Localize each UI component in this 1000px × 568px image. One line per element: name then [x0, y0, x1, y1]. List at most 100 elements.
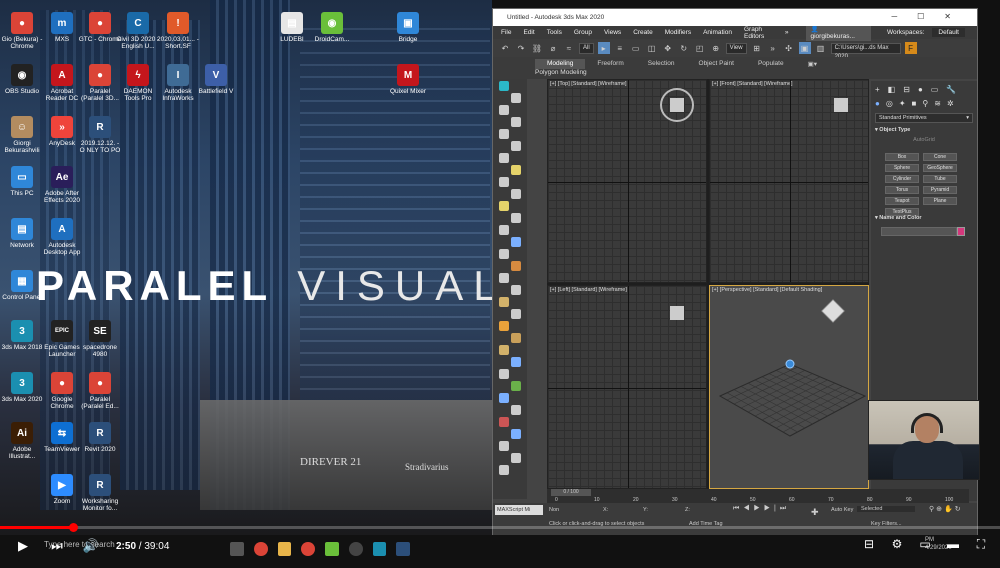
- maximize-icon[interactable]: ☐: [917, 12, 944, 21]
- tab-freeform[interactable]: Freeform: [585, 59, 635, 69]
- window-controls[interactable]: ─☐✕: [891, 12, 971, 21]
- object-color-swatch[interactable]: [957, 227, 965, 236]
- spacewarps-icon[interactable]: ≋: [934, 99, 947, 108]
- menu-animation[interactable]: Animation: [703, 29, 732, 36]
- menu-edit[interactable]: Edit: [523, 29, 534, 36]
- menu-graph-editors[interactable]: Graph Editors: [744, 26, 773, 40]
- shapes-icon[interactable]: ◎: [886, 99, 899, 108]
- tab-modeling[interactable]: Modeling: [535, 59, 586, 69]
- scale-icon[interactable]: ◰: [694, 42, 706, 54]
- primitive-button[interactable]: Cylinder: [885, 175, 919, 183]
- scene-explorer-tool-icon[interactable]: [511, 405, 521, 415]
- scene-explorer-tool-icon[interactable]: [499, 201, 509, 211]
- desktop-icon[interactable]: M Quixel Mixer: [386, 64, 430, 95]
- time-slider-handle[interactable]: 0 / 100: [551, 489, 591, 496]
- desktop-icon[interactable]: ▤ Network: [0, 218, 44, 249]
- select-manipulate-icon[interactable]: ▣: [798, 42, 811, 54]
- more-menus-icon[interactable]: »: [785, 29, 789, 36]
- viewport-area[interactable]: [+] [Top] [Standard] [Wireframe] [+] [Fr…: [547, 79, 869, 489]
- maxscript-listener[interactable]: MAXScript Mi: [495, 505, 543, 515]
- primitive-category-select[interactable]: Standard Primitives ▾: [875, 113, 973, 123]
- select-object-icon[interactable]: ▸: [597, 42, 610, 54]
- desktop-icon[interactable]: ◉ DroidCam...: [310, 12, 354, 43]
- desktop-icon[interactable]: R Worksharing Monitor fo...: [78, 474, 122, 512]
- scene-explorer-tool-icon[interactable]: [511, 165, 521, 175]
- scene-explorer-tool-icon[interactable]: [499, 105, 509, 115]
- fullscreen-button[interactable]: ⛶: [972, 535, 990, 553]
- scene-explorer-tool-icon[interactable]: [511, 309, 521, 319]
- redo-icon[interactable]: ↷: [515, 42, 527, 54]
- lights-icon[interactable]: ✦: [899, 99, 912, 108]
- scene-explorer-tool-icon[interactable]: [499, 225, 509, 235]
- primitive-button[interactable]: Sphere: [885, 164, 919, 172]
- primitive-button[interactable]: Torus: [885, 186, 919, 194]
- primitive-button[interactable]: Plane: [923, 197, 957, 205]
- menu-tools[interactable]: Tools: [547, 29, 562, 36]
- scene-explorer-tool-icon[interactable]: [499, 465, 509, 475]
- scene-explorer-tool-icon[interactable]: [511, 93, 521, 103]
- video-frame[interactable]: DIREVER 21 Stradivarius PARALEL VISUAL ● G…: [0, 0, 1000, 568]
- close-icon[interactable]: ✕: [944, 12, 971, 21]
- project-path[interactable]: C:\Users\gi...ds Max 2020: [830, 42, 901, 60]
- desktop-icon[interactable]: ☺ Giorgi Bekurashvili: [0, 116, 44, 154]
- systems-icon[interactable]: ✲: [947, 99, 960, 108]
- undo-icon[interactable]: ↶: [499, 42, 511, 54]
- more-tools-icon[interactable]: »: [767, 42, 779, 54]
- account-menu[interactable]: 👤 giorgibekuras...: [806, 24, 871, 41]
- primitive-button[interactable]: Box: [885, 153, 919, 161]
- pivot-icon[interactable]: ⊞: [751, 42, 763, 54]
- scene-explorer-tool-icon[interactable]: [511, 333, 521, 343]
- primitive-button[interactable]: Tube: [923, 175, 957, 183]
- desktop-icon[interactable]: Ai Adobe Illustrat...: [0, 422, 44, 460]
- scene-explorer-tool-icon[interactable]: [499, 81, 509, 91]
- primitive-button[interactable]: Cone: [923, 153, 957, 161]
- desktop-icon[interactable]: R Revit 2020: [78, 422, 122, 453]
- scene-explorer-tool-icon[interactable]: [499, 441, 509, 451]
- desktop-icon[interactable]: SE spacedrone 4980: [78, 320, 122, 358]
- viewport-label[interactable]: [+] [Front] [Standard] [Wireframe]: [712, 81, 793, 87]
- scene-explorer-tool-icon[interactable]: [511, 453, 521, 463]
- scene-explorer-tool-icon[interactable]: [499, 345, 509, 355]
- unlink-icon[interactable]: ⌀: [547, 42, 559, 54]
- desktop-icon[interactable]: ▦ Control Panel: [0, 270, 44, 301]
- rect-select-icon[interactable]: ▭: [630, 42, 642, 54]
- menu-create[interactable]: Create: [633, 29, 653, 36]
- tab-object-paint[interactable]: Object Paint: [687, 59, 746, 69]
- desktop-icon[interactable]: ◉ OBS Studio: [0, 64, 44, 95]
- scene-explorer-tool-icon[interactable]: [511, 213, 521, 223]
- desktop-icon[interactable]: ● Paralel (Paralel Ed...: [78, 372, 122, 410]
- viewcube-icon[interactable]: [834, 98, 848, 112]
- select-by-name-icon[interactable]: ≡: [614, 42, 626, 54]
- scene-explorer-tool-icon[interactable]: [499, 153, 509, 163]
- key-mode-icon[interactable]: ✚: [811, 507, 819, 518]
- scene-explorer-tool-icon[interactable]: [511, 429, 521, 439]
- scene-explorer-tool-icon[interactable]: [499, 369, 509, 379]
- primitive-button[interactable]: GeoSphere: [923, 164, 957, 172]
- subtitles-button[interactable]: ⊟: [860, 535, 878, 553]
- menu-views[interactable]: Views: [604, 29, 621, 36]
- theater-button[interactable]: ▬: [944, 535, 962, 553]
- modify-tab-icon[interactable]: ◧: [888, 85, 904, 94]
- menu-modifiers[interactable]: Modifiers: [665, 29, 691, 36]
- scene-explorer-tool-icon[interactable]: [499, 177, 509, 187]
- rollout-object-type[interactable]: ▾ Object Type: [875, 127, 973, 133]
- move-icon[interactable]: ✥: [662, 42, 674, 54]
- volume-button[interactable]: 🔊: [80, 535, 102, 557]
- tab-populate[interactable]: Populate: [746, 59, 796, 69]
- helpers-icon[interactable]: ⚲: [922, 99, 934, 108]
- desktop-icon[interactable]: ϟ DAEMON Tools Pro: [116, 64, 160, 102]
- desktop-icon[interactable]: 3 3ds Max 2020: [0, 372, 44, 403]
- scene-explorer-tool-icon[interactable]: [499, 273, 509, 283]
- settings-button[interactable]: ⚙: [888, 535, 906, 553]
- scene-explorer-tool-icon[interactable]: [499, 321, 509, 331]
- minimize-icon[interactable]: ─: [891, 12, 917, 21]
- desktop-icon[interactable]: Ae Adobe After Effects 2020: [40, 166, 84, 204]
- window-titlebar[interactable]: Untitled - Autodesk 3ds Max 2020 ─☐✕: [493, 9, 977, 26]
- rotate-icon[interactable]: ↻: [678, 42, 690, 54]
- scene-explorer-tool-icon[interactable]: [499, 249, 509, 259]
- viewport-top[interactable]: [+] [Top] [Standard] [Wireframe]: [547, 79, 707, 283]
- desktop-icon[interactable]: 3 3ds Max 2018: [0, 320, 44, 351]
- desktop-icon[interactable]: ▤ LUDEBI: [270, 12, 314, 43]
- geometry-icon[interactable]: ●: [875, 99, 886, 108]
- scene-explorer-tool-icon[interactable]: [511, 237, 521, 247]
